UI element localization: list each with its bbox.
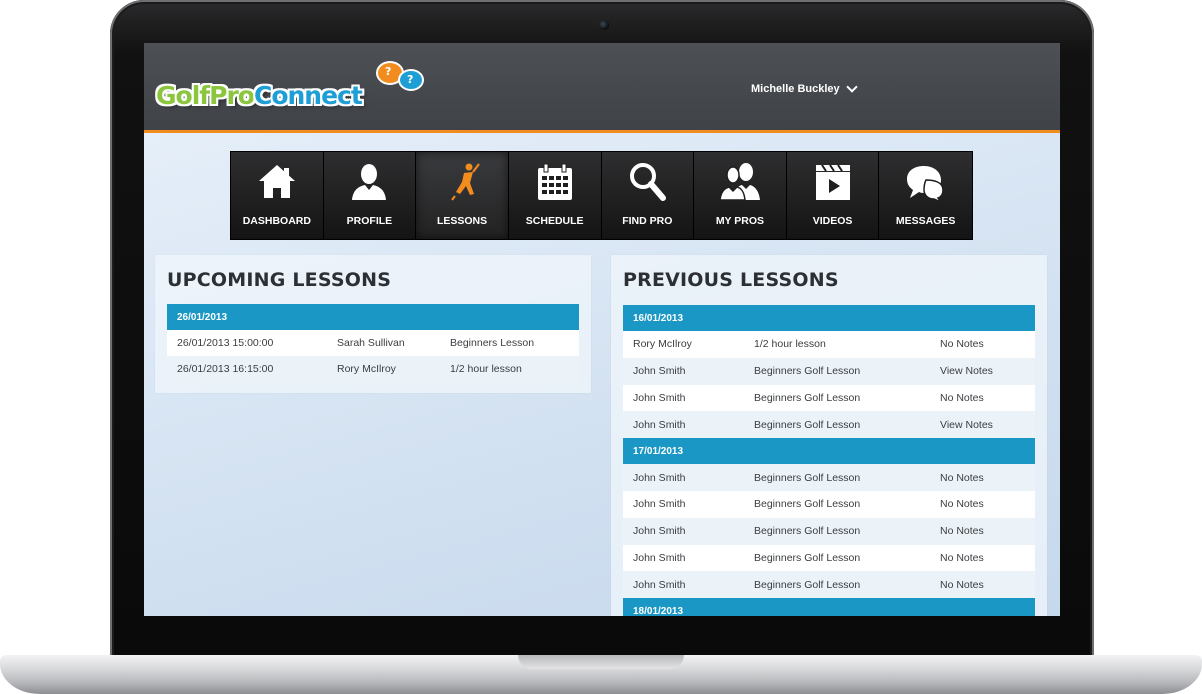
lesson-student: Rory McIlroy [623,331,744,358]
date-group-label: 26/01/2013 [167,304,579,330]
nav-item-my-pros[interactable]: MY PROS [694,152,787,239]
previous-lessons-title: PREVIOUS LESSONS [623,269,839,291]
nav-item-lessons[interactable]: LESSONS [416,152,509,239]
lesson-student: Rory McIlroy [327,356,440,382]
main-nav: DASHBOARD PROFILE LESSONS SCHEDULE FIND … [230,151,973,240]
table-row[interactable]: John Smith Beginners Golf Lesson No Note… [623,571,1035,599]
nav-item-profile[interactable]: PROFILE [323,152,417,239]
table-row[interactable]: John Smith Beginners Golf Lesson View No… [623,357,1035,385]
logo-text-golfpro: GolfPro [156,81,255,110]
home-icon [258,165,295,198]
search-icon [630,163,667,201]
lesson-student: John Smith [623,571,744,599]
lesson-notes-status: No Notes [930,544,1035,572]
golfproconnect-logo[interactable]: ? ? GolfProConnect [156,61,436,121]
table-row[interactable]: John Smith Beginners Golf Lesson No Note… [623,384,1035,412]
view-notes-link[interactable]: View Notes [930,411,1035,439]
lesson-type: Beginners Lesson [440,330,579,356]
table-row[interactable]: 26/01/2013 16:15:00 Rory McIlroy 1/2 hou… [167,356,579,382]
nav-label-profile: PROFILE [346,215,393,227]
lesson-datetime: 26/01/2013 15:00:00 [167,330,327,356]
lesson-type: Beginners Golf Lesson [744,571,930,599]
previous-lessons-table: 16/01/2013 Rory McIlroy 1/2 hour lesson … [623,305,1035,616]
speech-bubble-blue-icon: ? [398,69,424,91]
date-group-label: 16/01/2013 [623,305,1035,331]
nav-item-schedule[interactable]: SCHEDULE [508,152,602,239]
laptop-notch [518,655,684,669]
calendar-icon [537,163,572,200]
lesson-student: John Smith [623,411,744,439]
date-group-label: 17/01/2013 [623,438,1035,465]
app-header: ? ? GolfProConnect Michelle Buckley [144,43,1060,133]
person-icon [352,164,387,200]
chevron-down-icon [845,81,858,93]
logo-text-connect: Connect [253,81,363,110]
lesson-type: Beginners Golf Lesson [744,544,930,572]
people-icon [719,163,760,201]
lesson-student: John Smith [623,464,744,491]
table-row[interactable]: John Smith Beginners Golf Lesson No Note… [623,490,1035,518]
previous-lessons-panel: PREVIOUS LESSONS 16/01/2013 Rory McIlroy… [611,255,1047,616]
lesson-student: John Smith [623,384,744,412]
user-name: Michelle Buckley [751,83,840,95]
nav-item-videos[interactable]: VIDEOS [786,152,880,239]
nav-label-dashboard: DASHBOARD [242,215,311,227]
lesson-notes-status: No Notes [930,331,1035,358]
view-notes-link[interactable]: View Notes [930,357,1035,385]
table-row[interactable]: 26/01/2013 15:00:00 Sarah Sullivan Begin… [167,330,579,356]
lesson-student: John Smith [623,357,744,385]
nav-label-find-pro: SCHEDULE [525,215,584,227]
date-group-row: 16/01/2013 [623,305,1035,331]
lesson-notes-status: No Notes [930,490,1035,518]
date-group-row: 17/01/2013 [623,438,1035,465]
lesson-notes-status: No Notes [930,571,1035,599]
logo-text: GolfProConnect [156,81,363,110]
nav-item-dashboard[interactable]: DASHBOARD [231,152,324,239]
nav-item-find-pro[interactable]: FIND PRO [601,152,695,239]
lesson-type: 1/2 hour lesson [440,356,579,382]
lesson-student: John Smith [623,544,744,572]
table-row[interactable]: John Smith Beginners Golf Lesson No Note… [623,517,1035,545]
lesson-student: John Smith [623,490,744,518]
table-row[interactable]: John Smith Beginners Golf Lesson No Note… [623,544,1035,572]
upcoming-lessons-table: 26/01/2013 26/01/2013 15:00:00 Sarah Sul… [167,304,579,382]
lesson-student: Sarah Sullivan [327,330,440,356]
table-row[interactable]: John Smith Beginners Golf Lesson No Note… [623,464,1035,491]
lesson-type: Beginners Golf Lesson [744,357,930,385]
lesson-student: John Smith [623,517,744,545]
lesson-type: Beginners Golf Lesson [744,411,930,439]
upcoming-lessons-panel: UPCOMING LESSONS 26/01/2013 26/01/2013 1… [155,255,591,393]
table-row[interactable]: John Smith Beginners Golf Lesson View No… [623,411,1035,439]
date-group-row: 26/01/2013 [167,304,579,330]
lesson-notes-status: No Notes [930,464,1035,491]
table-row[interactable]: Rory McIlroy 1/2 hour lesson No Notes [623,331,1035,358]
chat-icon [906,166,944,204]
date-group-row: 18/01/2013 [623,598,1035,616]
lesson-type: 1/2 hour lesson [744,331,930,358]
lesson-notes-status: No Notes [930,384,1035,412]
nav-label-find-pro-text: FIND PRO [622,215,673,227]
nav-label-my-pros: MY PROS [715,215,765,227]
nav-label-messages: MESSAGES [895,215,956,227]
lesson-type: Beginners Golf Lesson [744,384,930,412]
upcoming-lessons-title: UPCOMING LESSONS [167,269,392,291]
lesson-type: Beginners Golf Lesson [744,517,930,545]
golfer-icon [451,163,480,201]
webcam [599,20,609,30]
nav-label-lessons: LESSONS [436,215,488,227]
lesson-type: Beginners Golf Lesson [744,490,930,518]
lesson-type: Beginners Golf Lesson [744,464,930,491]
date-group-label: 18/01/2013 [623,598,1035,616]
lesson-notes-status: No Notes [930,517,1035,545]
app-screen: ? ? GolfProConnect Michelle Buckley DASH… [144,43,1060,616]
user-menu[interactable]: Michelle Buckley [751,81,858,95]
nav-label-videos: VIDEOS [812,215,853,227]
lesson-datetime: 26/01/2013 16:15:00 [167,356,327,382]
nav-item-messages[interactable]: MESSAGES [879,152,972,239]
video-icon [815,164,850,200]
